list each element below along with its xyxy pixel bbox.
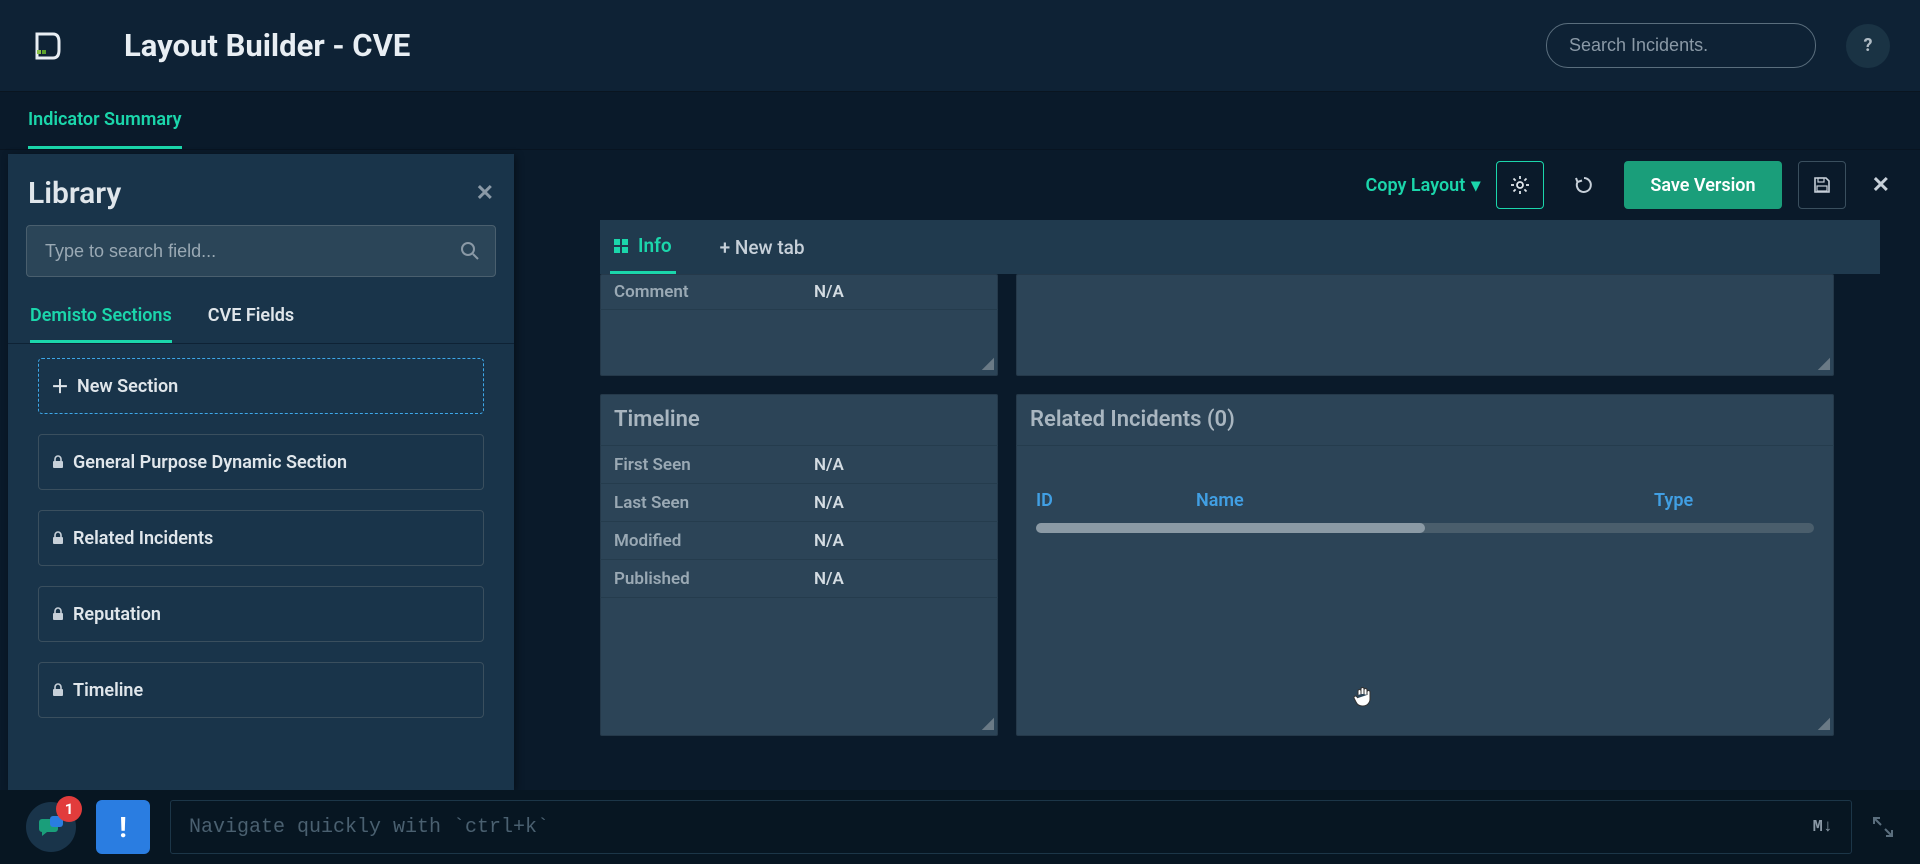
layout-tab-strip: Info + New tab (600, 220, 1880, 274)
main-area: Library ✕ Demisto Sections CVE Fields ＋ … (0, 150, 1920, 790)
lock-icon (51, 455, 65, 469)
grid-icon (614, 239, 628, 253)
new-tab-button[interactable]: + New tab (716, 220, 809, 274)
undo-icon (1574, 175, 1594, 195)
editor-pane: Copy Layout ▾ Save Version ✕ (520, 150, 1920, 790)
grab-cursor-icon (1351, 684, 1377, 710)
library-item-label: Reputation (73, 604, 161, 625)
layout-tab-info[interactable]: Info (610, 220, 676, 274)
new-tab-label: + New tab (720, 236, 805, 259)
command-button[interactable]: ! (96, 800, 150, 854)
library-item-general-purpose[interactable]: General Purpose Dynamic Section (38, 434, 484, 490)
new-section-button[interactable]: ＋ New Section (38, 358, 484, 414)
layout-tab-label: Info (638, 234, 672, 257)
copy-layout-button[interactable]: Copy Layout ▾ (1366, 175, 1481, 196)
field-value: N/A (814, 493, 844, 513)
field-value: N/A (814, 531, 844, 551)
library-search-input[interactable] (26, 225, 496, 277)
library-item-related-incidents[interactable]: Related Incidents (38, 510, 484, 566)
gear-icon (1510, 175, 1530, 195)
app-header: Layout Builder - CVE ? (0, 0, 1920, 92)
field-value: N/A (814, 455, 844, 475)
horizontal-scrollbar[interactable] (1036, 523, 1814, 533)
field-label: Comment (614, 282, 814, 302)
resize-handle-icon[interactable]: ◢ (982, 353, 994, 372)
card-related-incidents[interactable]: Related Incidents (0) ID Name Type ◢ (1016, 394, 1834, 736)
card-title: Timeline (600, 394, 998, 446)
field-label: Published (614, 569, 814, 589)
library-item-timeline[interactable]: Timeline (38, 662, 484, 718)
resize-handle-icon[interactable]: ◢ (982, 713, 994, 732)
col-type[interactable]: Type (1654, 490, 1814, 511)
save-version-button[interactable]: Save Version (1624, 161, 1781, 209)
resize-handle-icon[interactable]: ◢ (1818, 713, 1830, 732)
page-title: Layout Builder - CVE (124, 27, 1546, 64)
field-value: N/A (814, 282, 844, 302)
plus-icon: ＋ (51, 373, 69, 399)
subtab-bar: Indicator Summary (0, 92, 1920, 150)
settings-button[interactable] (1496, 161, 1544, 209)
copy-layout-label: Copy Layout (1366, 175, 1466, 196)
expand-button[interactable] (1872, 816, 1894, 838)
lock-icon (51, 683, 65, 697)
tab-indicator-summary[interactable]: Indicator Summary (28, 93, 182, 149)
editor-toolbar: Copy Layout ▾ Save Version ✕ (520, 150, 1920, 220)
card-timeline[interactable]: Timeline First SeenN/A Last SeenN/A Modi… (600, 394, 998, 736)
new-section-label: New Section (77, 376, 178, 397)
library-item-label: Timeline (73, 680, 143, 701)
library-panel: Library ✕ Demisto Sections CVE Fields ＋ … (8, 154, 514, 790)
resize-handle-icon[interactable]: ◢ (1818, 353, 1830, 372)
card-empty-top[interactable]: ◢ (1016, 274, 1834, 376)
notification-badge: 1 (56, 796, 82, 822)
library-title: Library (28, 176, 476, 211)
demisto-logo-icon (30, 29, 64, 63)
markdown-icon: M↓ (1813, 818, 1833, 837)
command-line-input[interactable]: Navigate quickly with `ctrl+k` M↓ (170, 800, 1852, 854)
table-header: ID Name Type (1016, 476, 1834, 521)
field-label: First Seen (614, 455, 814, 475)
chat-button[interactable]: 1 (26, 802, 76, 852)
help-button[interactable]: ? (1846, 24, 1890, 68)
card-title: Related Incidents (0) (1016, 394, 1834, 446)
library-item-reputation[interactable]: Reputation (38, 586, 484, 642)
cli-hint: Navigate quickly with `ctrl+k` (189, 816, 549, 839)
lock-icon (51, 607, 65, 621)
layout-canvas[interactable]: Comment N/A ◢ ◢ Timeline First SeenN/A L… (600, 274, 1880, 790)
field-label: Modified (614, 531, 814, 551)
card-comment[interactable]: Comment N/A ◢ (600, 274, 998, 376)
footer-bar: 1 ! Navigate quickly with `ctrl+k` M↓ (0, 790, 1920, 864)
tab-cve-fields[interactable]: CVE Fields (208, 293, 294, 343)
library-item-label: Related Incidents (73, 528, 213, 549)
save-version-label: Save Version (1650, 175, 1755, 196)
close-editor-button[interactable]: ✕ (1872, 173, 1890, 198)
tab-demisto-sections[interactable]: Demisto Sections (30, 293, 172, 343)
save-icon (1813, 176, 1831, 194)
col-name[interactable]: Name (1196, 490, 1654, 511)
chevron-down-icon: ▾ (1471, 175, 1480, 196)
lock-icon (51, 531, 65, 545)
field-label: Last Seen (614, 493, 814, 513)
revert-button[interactable] (1560, 161, 1608, 209)
col-id[interactable]: ID (1036, 490, 1196, 511)
close-icon[interactable]: ✕ (476, 181, 494, 206)
library-item-label: General Purpose Dynamic Section (73, 452, 347, 473)
field-value: N/A (814, 569, 844, 589)
save-icon-button[interactable] (1798, 161, 1846, 209)
search-incidents-input[interactable] (1546, 23, 1816, 68)
